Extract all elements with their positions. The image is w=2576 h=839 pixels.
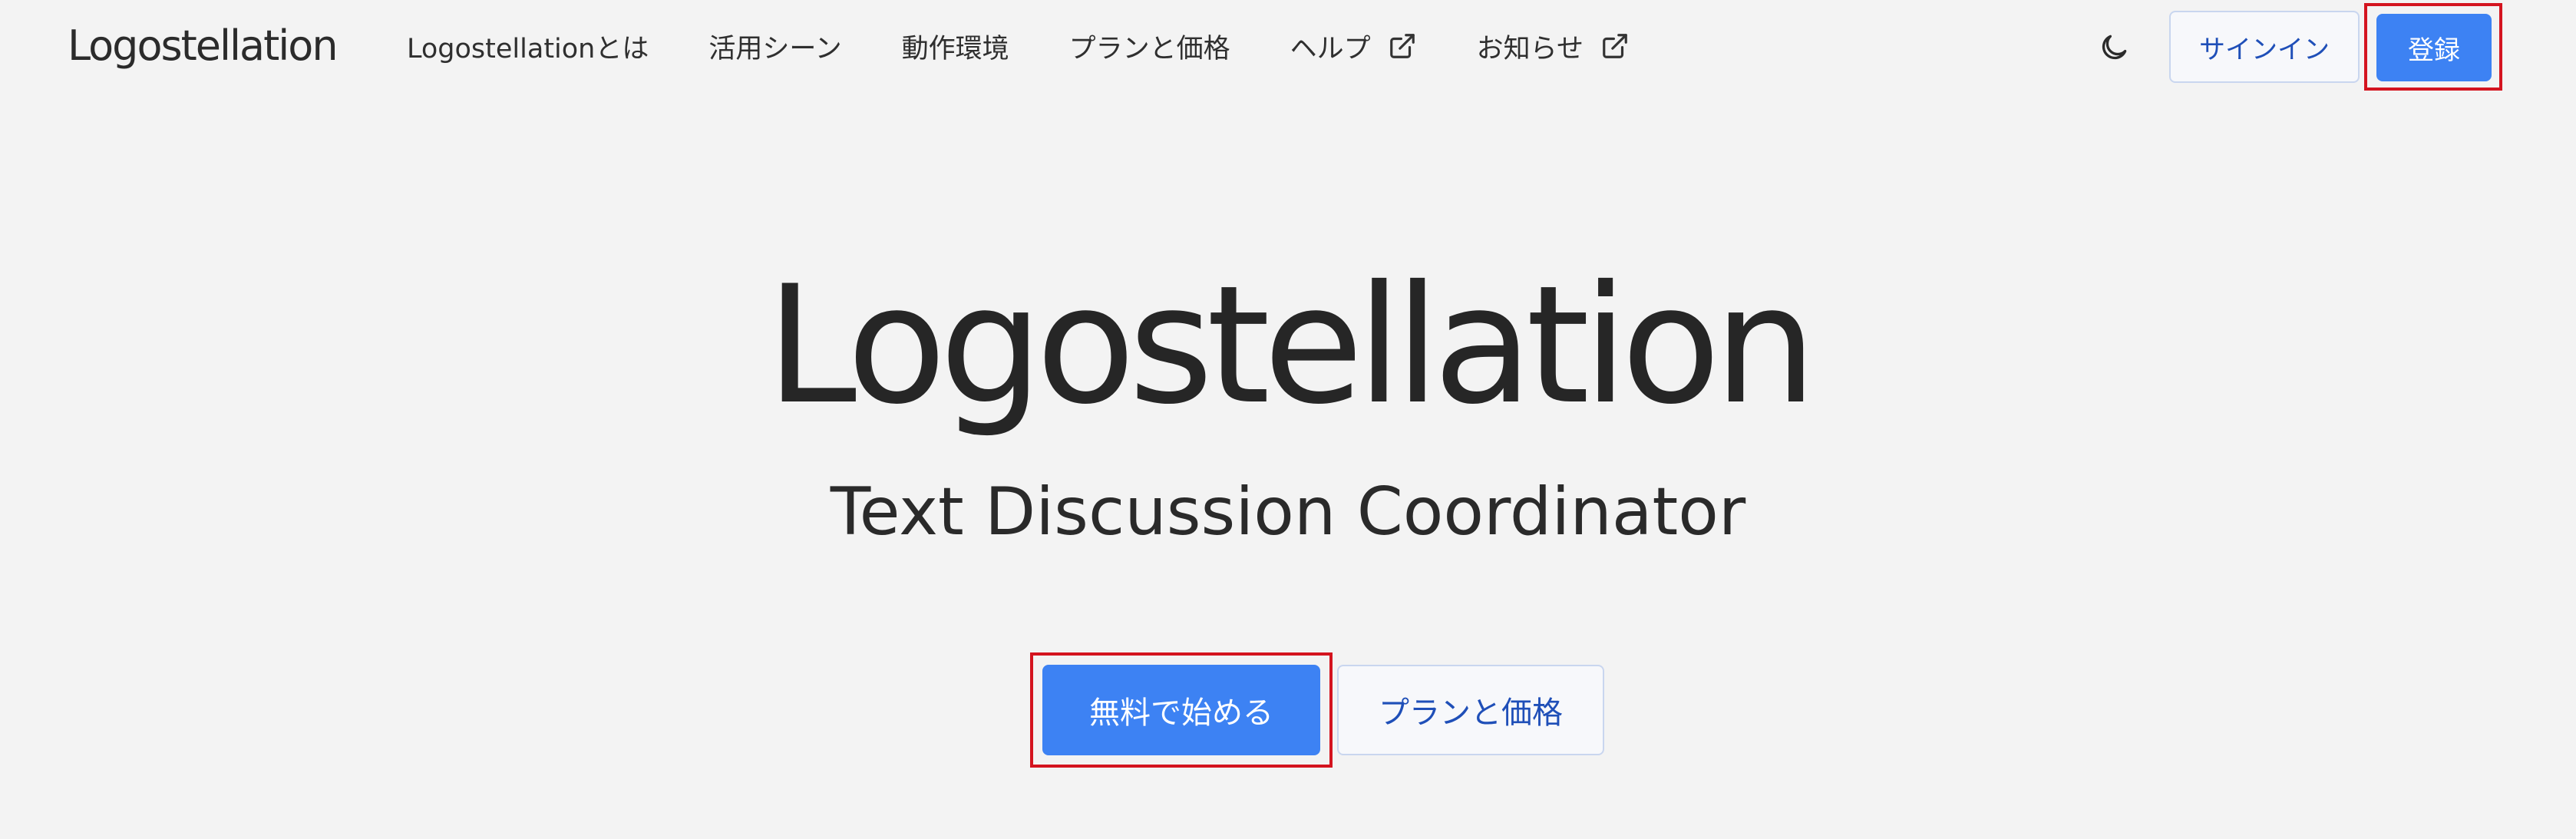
nav-item-news[interactable]: お知らせ	[1477, 27, 1630, 66]
start-free-button[interactable]: 無料で始める	[1042, 665, 1320, 755]
moon-icon[interactable]	[2097, 31, 2131, 64]
external-link-icon	[1388, 31, 1417, 61]
brand-logo-link[interactable]: Logostellation	[68, 12, 339, 80]
pricing-button[interactable]: プランと価格	[1337, 665, 1604, 755]
nav-item-requirements-label: 動作環境	[901, 33, 1009, 64]
nav-item-about[interactable]: Logostellationとは	[407, 27, 649, 66]
main-nav: Logostellationとは 活用シーン 動作環境 プランと価格 ヘルプ お…	[407, 0, 1689, 92]
cta-row: 無料で始める プランと価格	[0, 649, 2576, 772]
nav-item-pricing-label: プランと価格	[1068, 33, 1230, 64]
nav-item-use-cases-label: 活用シーン	[708, 33, 842, 64]
register-button-highlight: 登録	[2364, 3, 2502, 91]
nav-item-help-label: ヘルプ	[1290, 33, 1371, 64]
register-button[interactable]: 登録	[2376, 14, 2492, 81]
external-link-icon	[1600, 31, 1630, 61]
nav-item-use-cases[interactable]: 活用シーン	[708, 27, 841, 66]
nav-item-requirements[interactable]: 動作環境	[902, 27, 1009, 66]
nav-item-help[interactable]: ヘルプ	[1290, 27, 1417, 66]
top-navbar: Logostellation Logostellationとは 活用シーン 動作…	[0, 0, 2576, 92]
hero-subtitle: Text Discussion Coordinator	[830, 474, 1746, 550]
nav-item-news-label: お知らせ	[1476, 33, 1584, 64]
start-free-button-highlight: 無料で始める	[1030, 652, 1333, 768]
nav-item-pricing[interactable]: プランと価格	[1069, 27, 1230, 66]
nav-item-about-label: Logostellationとは	[407, 33, 649, 64]
hero-title: Logostellation	[765, 250, 1817, 440]
signin-button[interactable]: サインイン	[2169, 11, 2360, 83]
